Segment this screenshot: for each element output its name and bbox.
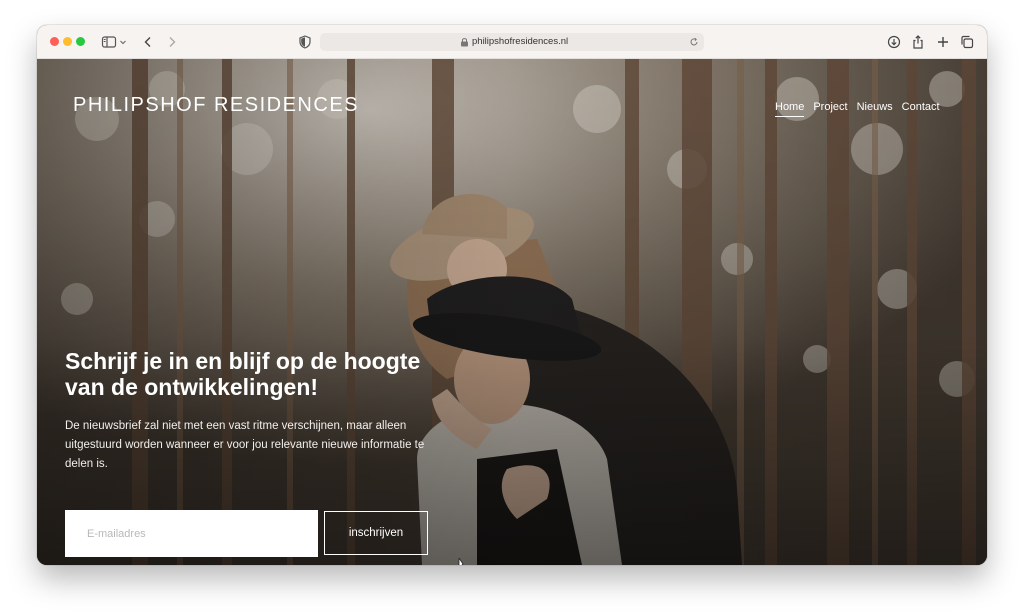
subscribe-button[interactable]: inschrijven [324, 511, 428, 555]
browser-window: philipshofresidences.nl PHILIPSHOF RESID… [37, 25, 987, 565]
browser-toolbar: philipshofresidences.nl [37, 25, 987, 59]
url-text: philipshofresidences.nl [472, 36, 569, 47]
zoom-window-button[interactable] [76, 37, 85, 46]
main-navigation: Home Project Nieuws Contact [775, 97, 949, 117]
new-tab-icon[interactable] [935, 34, 951, 50]
address-bar[interactable]: philipshofresidences.nl [320, 33, 704, 51]
lock-icon [460, 37, 469, 47]
newsletter-description: De nieuwsbrief zal niet met een vast rit… [65, 420, 425, 470]
close-window-button[interactable] [50, 37, 59, 46]
hero-background-photo [37, 59, 987, 565]
site-logo[interactable]: PHILIPSHOF RESIDENCES [73, 94, 359, 117]
back-icon[interactable] [140, 34, 156, 50]
mouse-cursor-icon [458, 558, 464, 565]
minimize-window-button[interactable] [63, 37, 72, 46]
download-icon[interactable] [886, 34, 902, 50]
sidebar-icon[interactable] [101, 34, 117, 50]
nav-item-nieuws[interactable]: Nieuws [857, 101, 893, 116]
email-input[interactable] [65, 510, 318, 557]
nav-item-project[interactable]: Project [813, 101, 847, 116]
chevron-down-icon[interactable] [118, 34, 128, 50]
forward-icon[interactable] [164, 34, 180, 50]
tabs-overview-icon[interactable] [959, 34, 975, 50]
nav-item-home[interactable]: Home [775, 101, 805, 117]
reload-icon[interactable] [689, 37, 699, 47]
hero-section: PHILIPSHOF RESIDENCES Home Project Nieuws C… [37, 59, 987, 565]
share-icon[interactable] [910, 34, 926, 50]
shield-icon[interactable] [297, 34, 313, 50]
nav-item-contact[interactable]: Contact [902, 101, 940, 116]
newsletter-headline: Schrijf je in en blijf op de hoogte van … [65, 348, 421, 400]
